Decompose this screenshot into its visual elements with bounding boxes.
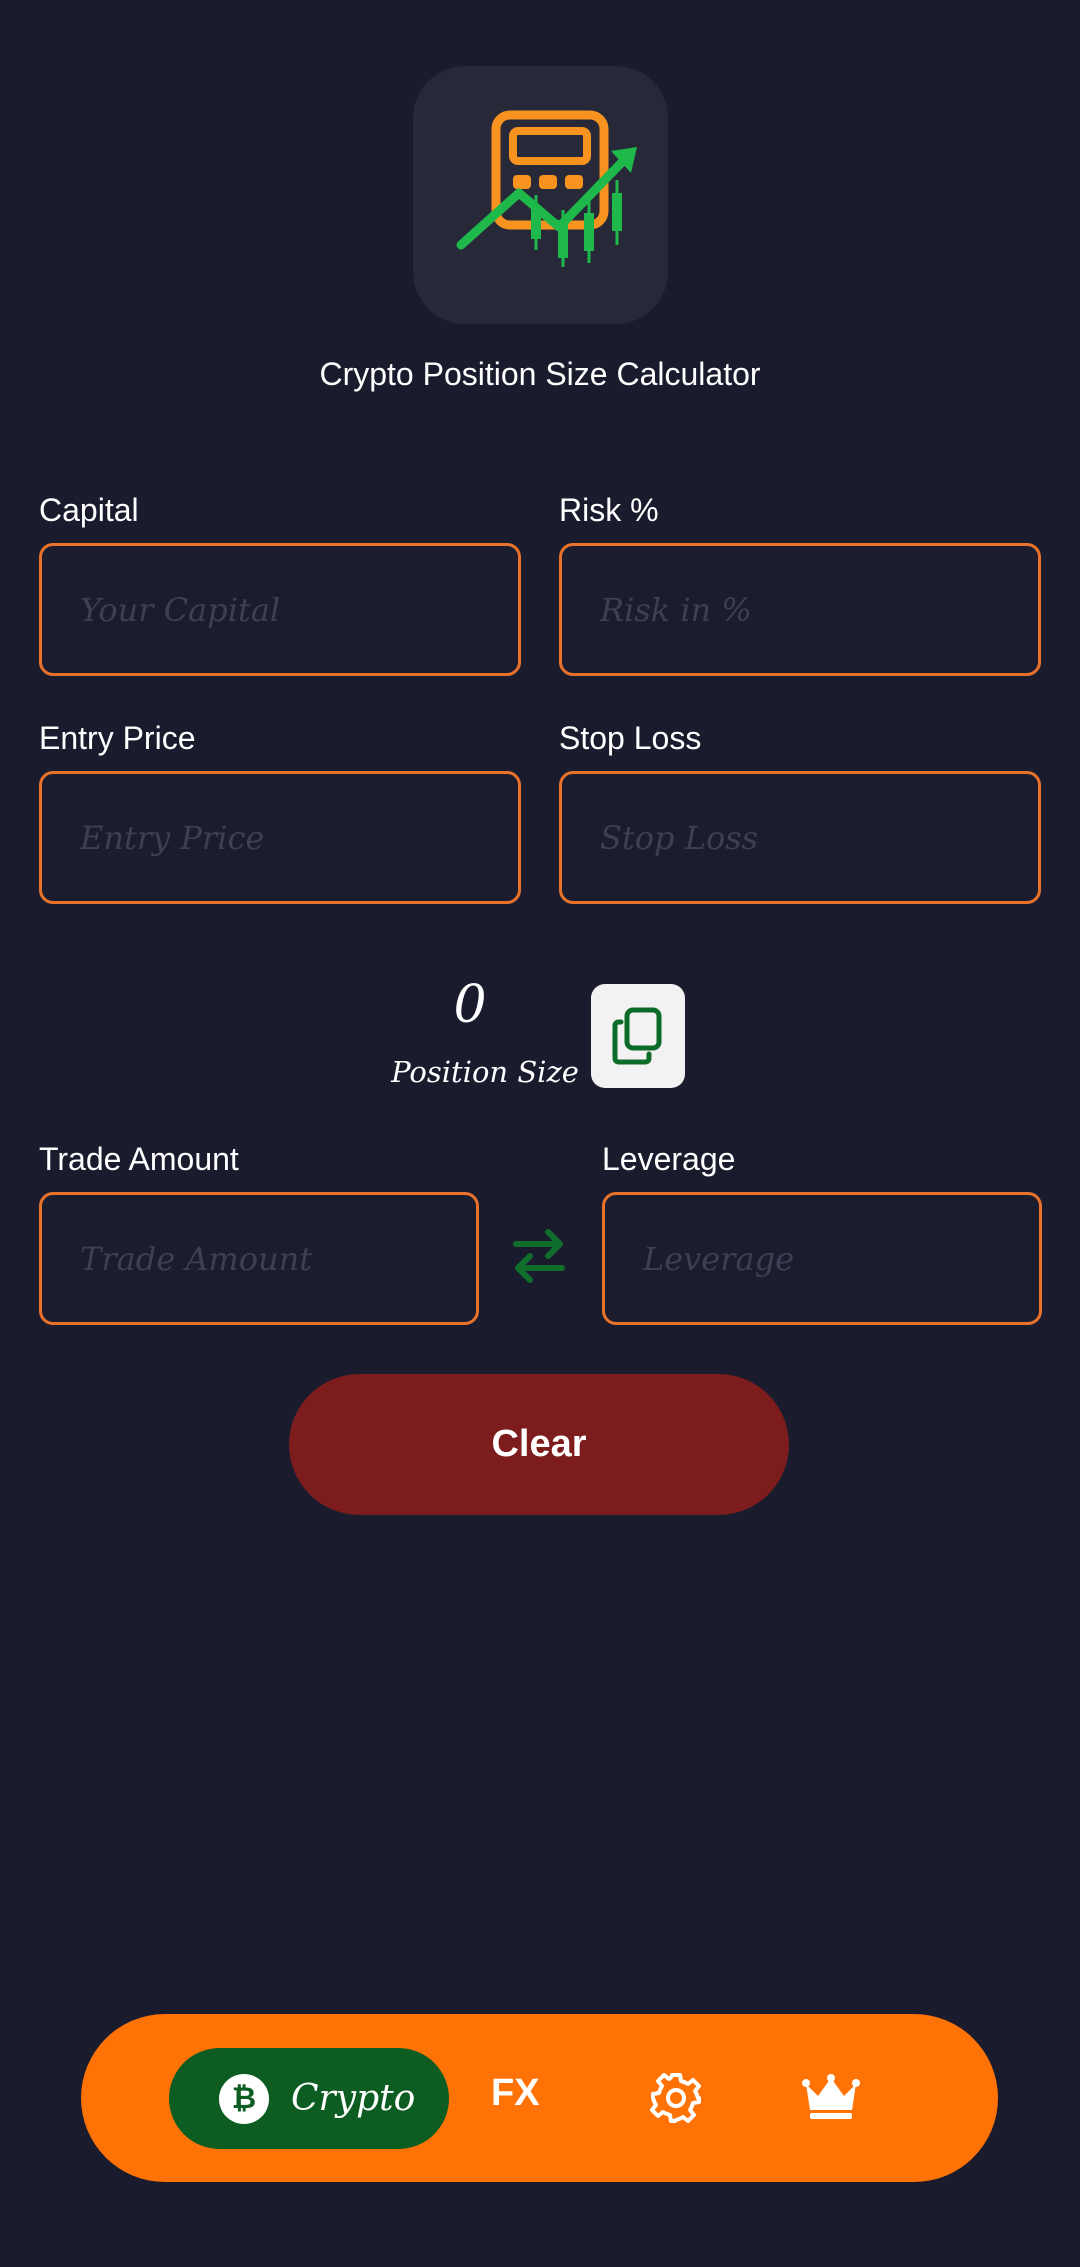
risk-label: Risk % xyxy=(559,492,659,528)
position-size-value: 0 xyxy=(453,975,487,1035)
risk-placeholder: Risk in % xyxy=(600,590,752,629)
swap-arrows-icon xyxy=(513,1229,565,1283)
nav-tab-fx[interactable]: FX xyxy=(491,2072,540,2115)
bottom-navigation: ₿ Crypto FX xyxy=(81,2014,998,2182)
trade-amount-label: Trade Amount xyxy=(39,1141,239,1177)
entry-price-placeholder: Entry Price xyxy=(80,818,265,857)
position-calculator-screen: Crypto Position Size Calculator Capital … xyxy=(0,0,1080,2267)
copy-button[interactable] xyxy=(591,984,685,1088)
stop-loss-input[interactable]: Stop Loss xyxy=(559,771,1041,904)
crown-icon xyxy=(802,2074,860,2119)
nav-tab-crypto[interactable]: ₿ Crypto xyxy=(169,2048,449,2149)
nav-tab-premium[interactable] xyxy=(802,2074,860,2120)
swap-button[interactable] xyxy=(510,1226,568,1284)
position-size-label: Position Size xyxy=(391,1055,579,1089)
stop-loss-label: Stop Loss xyxy=(559,720,702,756)
entry-price-label: Entry Price xyxy=(39,720,196,756)
copy-icon xyxy=(612,1007,662,1065)
trade-amount-input[interactable]: Trade Amount xyxy=(39,1192,479,1325)
capital-label: Capital xyxy=(39,492,139,528)
entry-price-input[interactable]: Entry Price xyxy=(39,771,521,904)
gear-icon xyxy=(650,2073,701,2123)
leverage-label: Leverage xyxy=(602,1141,736,1177)
risk-input[interactable]: Risk in % xyxy=(559,543,1041,676)
nav-tab-crypto-label: Crypto xyxy=(291,2078,416,2119)
app-logo xyxy=(413,66,668,324)
trade-amount-placeholder: Trade Amount xyxy=(80,1239,313,1278)
stop-loss-placeholder: Stop Loss xyxy=(600,818,759,857)
app-title: Crypto Position Size Calculator xyxy=(319,356,761,392)
capital-placeholder: Your Capital xyxy=(80,590,281,629)
calculator-chart-icon xyxy=(456,110,637,267)
clear-button[interactable]: Clear xyxy=(289,1374,789,1515)
bitcoin-icon: ₿ xyxy=(219,2073,269,2124)
leverage-input[interactable]: Leverage xyxy=(602,1192,1042,1325)
leverage-placeholder: Leverage xyxy=(643,1239,794,1278)
capital-input[interactable]: Your Capital xyxy=(39,543,521,676)
nav-tab-settings[interactable] xyxy=(649,2071,703,2125)
